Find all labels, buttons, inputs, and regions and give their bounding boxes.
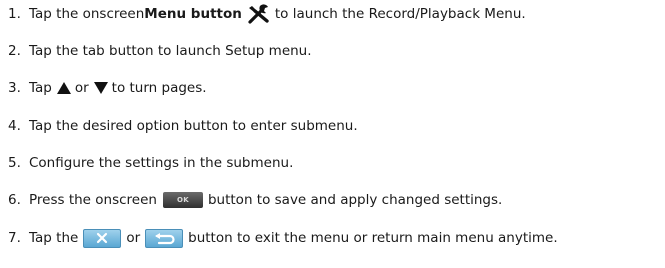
step-7: 7. Tap the or button to exit the menu or… — [8, 228, 558, 248]
step-text-pre: Tap the — [29, 230, 79, 246]
step-text-mid: or — [74, 80, 89, 96]
step-text-post: to turn pages. — [111, 80, 207, 96]
step-number: 5. — [8, 155, 21, 171]
step-text-post: to launch the Record/Playback Menu. — [274, 6, 526, 22]
return-arrow-button-icon — [145, 228, 184, 248]
step-number: 7. — [8, 230, 21, 246]
step-text-pre: Tap the onscreen — [29, 6, 145, 22]
step-3: 3. Tap or to turn pages. — [8, 79, 207, 97]
step-text: Tap the desired option button to enter s… — [29, 118, 358, 134]
step-text-post: button to save and apply changed setting… — [207, 192, 503, 208]
step-text: Tap the tab button to launch Setup menu. — [29, 43, 312, 59]
step-2: 2. Tap the tab button to launch Setup me… — [8, 42, 312, 60]
step-number: 1. — [8, 6, 21, 22]
close-x-button-icon — [83, 228, 122, 248]
step-number: 2. — [8, 43, 21, 59]
step-text-pre: Press the onscreen — [29, 192, 157, 208]
triangle-up-icon — [56, 81, 72, 95]
step-text-pre: Tap — [29, 80, 52, 96]
step-text-bold: Menu button — [144, 6, 242, 22]
wrench-screwdriver-icon — [247, 4, 271, 24]
step-text: Configure the settings in the submenu. — [29, 155, 294, 171]
step-number: 3. — [8, 80, 21, 96]
step-5: 5. Configure the settings in the submenu… — [8, 154, 293, 172]
step-number: 6. — [8, 192, 21, 208]
step-4: 4. Tap the desired option button to ente… — [8, 117, 358, 135]
step-6: 6. Press the onscreen OK button to save … — [8, 191, 502, 209]
step-text-mid: or — [126, 230, 141, 246]
triangle-down-icon — [93, 81, 109, 95]
step-number: 4. — [8, 118, 21, 134]
step-1: 1. Tap the onscreen Menu button to launc… — [8, 4, 526, 24]
ok-button-icon: OK — [162, 192, 203, 208]
step-text-post: button to exit the menu or return main m… — [188, 230, 558, 246]
